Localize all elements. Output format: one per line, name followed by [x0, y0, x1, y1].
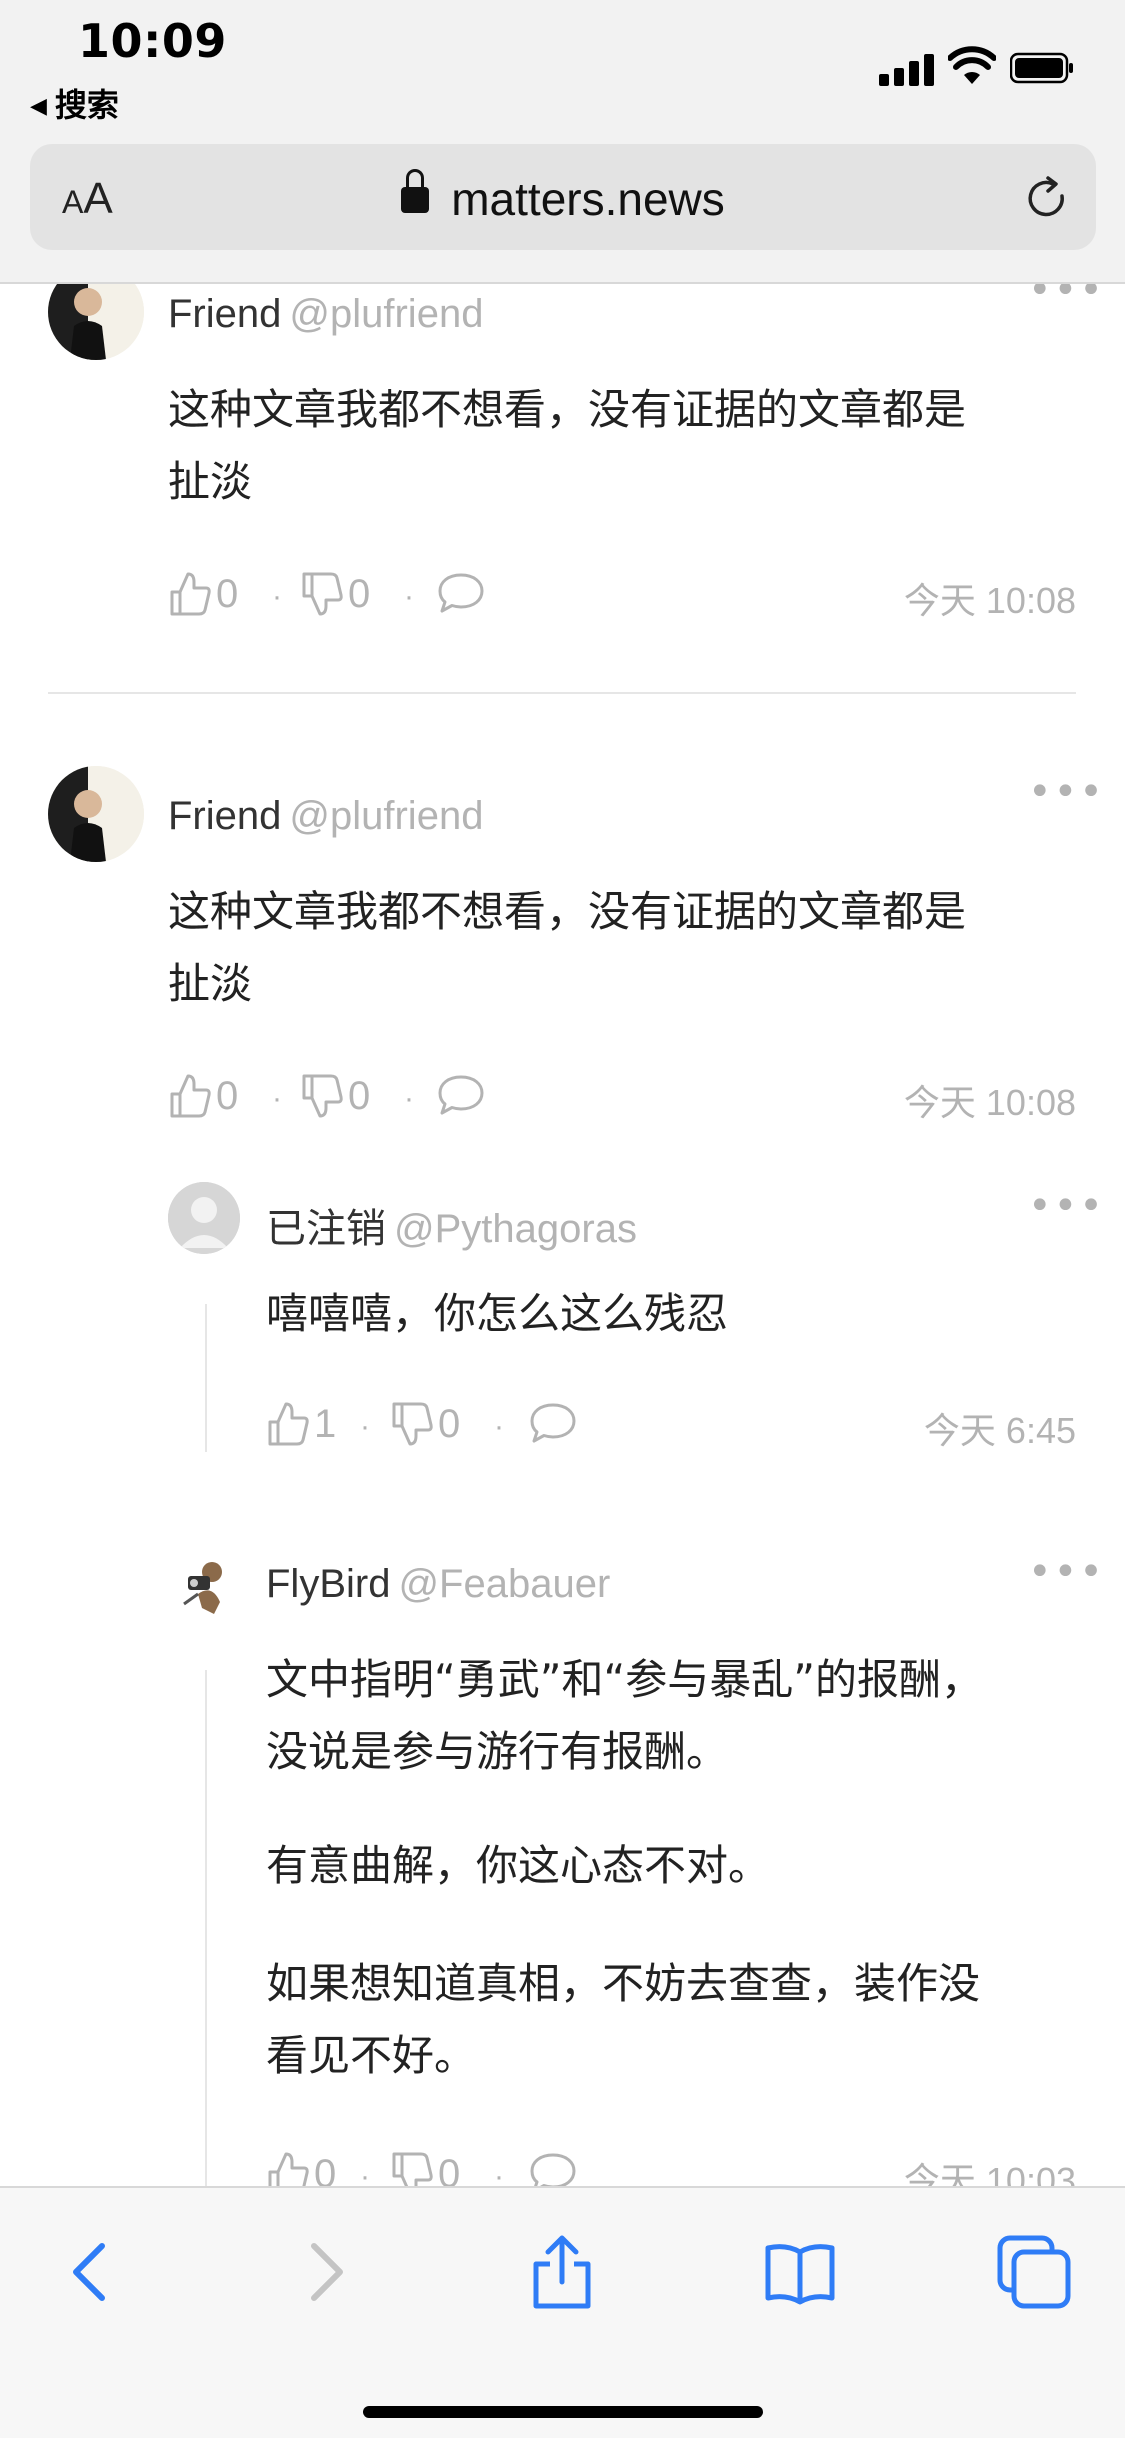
url-text: matters.news: [451, 173, 725, 225]
back-icon[interactable]: [52, 2232, 132, 2312]
reply-comment: FlyBird @Feabauer ••• 文中指明“勇武”和“参与暴乱”的报酬，…: [0, 0, 1125, 2186]
downvote-button[interactable]: 0: [390, 2144, 460, 2186]
url-display[interactable]: matters.news: [30, 169, 1096, 226]
upvote-count: 0: [314, 2151, 337, 2187]
downvote-count: 0: [438, 2151, 461, 2187]
battery-icon: [1010, 52, 1073, 84]
comment-text-line: 有意曲解，你这心态不对。: [266, 1841, 771, 1890]
tabs-icon[interactable]: [994, 2232, 1074, 2312]
user-handle: @Feabauer: [398, 1562, 611, 1606]
status-time: 10:09: [78, 14, 227, 68]
browser-address-area: AA matters.news: [0, 140, 1125, 284]
home-indicator[interactable]: [363, 2406, 763, 2418]
back-triangle-icon: ◀: [30, 94, 47, 119]
reply-button[interactable]: [528, 2144, 578, 2186]
status-bar: 10:09 ◀ 搜索: [0, 0, 1125, 140]
reply-bubble-icon: [530, 2153, 576, 2186]
comment-text-line: 没说是参与游行有报酬。: [266, 1727, 729, 1776]
thumbs-up-icon: [268, 2152, 309, 2186]
forward-icon[interactable]: [284, 2232, 364, 2312]
separator-dot: ·: [494, 2160, 504, 2186]
thumbs-down-icon: [392, 2152, 433, 2186]
upvote-button[interactable]: 0: [266, 2144, 336, 2186]
back-to-search-link[interactable]: ◀ 搜索: [30, 80, 119, 126]
comment-text: 文中指明“勇武”和“参与暴乱”的报酬， 没说是参与游行有报酬。 有意曲解，你这心…: [266, 1644, 1076, 2092]
lock-icon: [401, 169, 430, 213]
display-name: FlyBird: [266, 1562, 391, 1606]
wifi-icon: [948, 46, 996, 84]
bookmarks-icon[interactable]: [760, 2232, 840, 2312]
comment-timestamp: 今天 10:03: [903, 2160, 1076, 2186]
comment-text-line: 文中指明“勇武”和“参与暴乱”的报酬，: [266, 1655, 984, 1704]
comment-text-line: 如果想知道真相，不妨去查查，装作没: [266, 1959, 981, 2008]
comment-author[interactable]: FlyBird @Feabauer: [266, 1562, 610, 1607]
comment-text-line: 看见不好。: [266, 2031, 477, 2080]
cellular-signal-icon: [879, 52, 937, 86]
reload-icon[interactable]: [1022, 174, 1072, 224]
comment-actions: 0 · 0 · 今天 10:03: [266, 2144, 1076, 2186]
more-options-icon[interactable]: •••: [1028, 1552, 1105, 1592]
browser-toolbar: [0, 2186, 1125, 2438]
back-to-search-label: 搜索: [54, 86, 119, 124]
share-icon[interactable]: [522, 2232, 602, 2312]
avatar[interactable]: [168, 1548, 240, 1620]
separator-dot: ·: [360, 2160, 370, 2186]
address-bar[interactable]: AA matters.news: [30, 144, 1096, 250]
